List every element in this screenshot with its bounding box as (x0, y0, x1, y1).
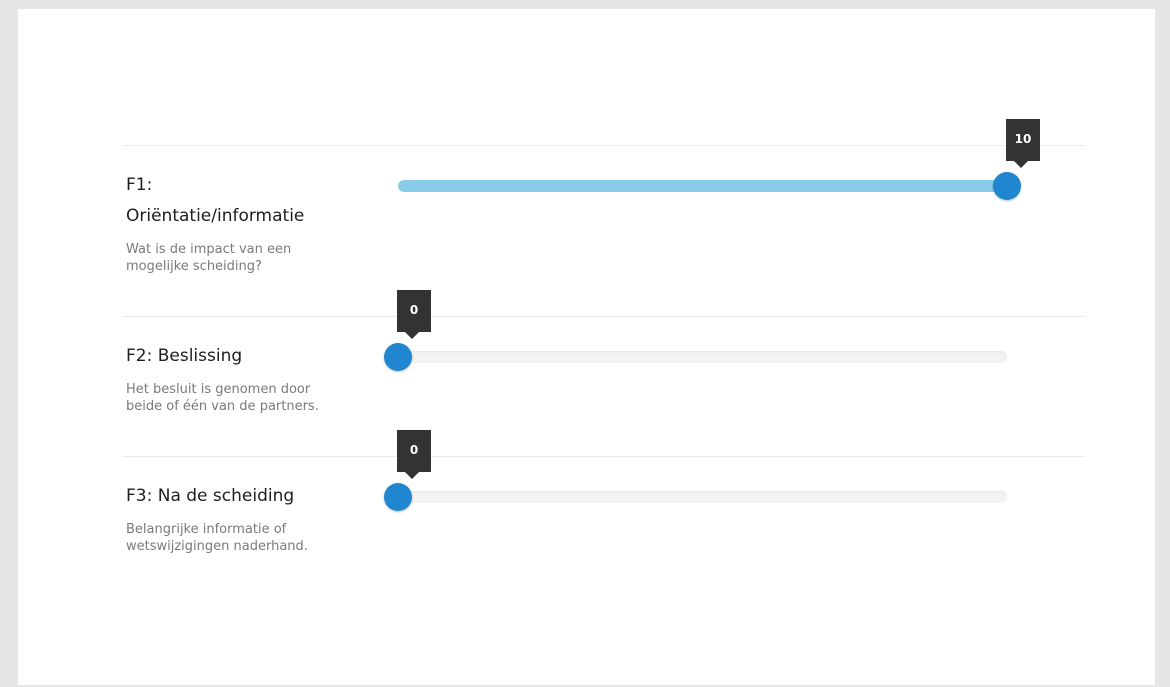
slider-fill (398, 180, 1007, 192)
slider-track[interactable]: 0 (384, 290, 1007, 371)
slider-row-f1: F1: Oriëntatie/informatie Wat is de impa… (122, 119, 1085, 316)
slider-value-tooltip: 0 (397, 430, 431, 479)
slider-row-f3: F3: Na de scheiding Belangrijke informat… (122, 430, 1085, 607)
slider-handle[interactable] (384, 483, 412, 511)
slider-track[interactable]: 10 (398, 119, 1040, 200)
slider-handle[interactable] (993, 172, 1021, 200)
slider-title: F2: Beslissing (126, 346, 243, 366)
slider-value-tooltip: 0 (397, 290, 431, 339)
slider-title: F3: Na de scheiding (126, 486, 295, 506)
slider-handle[interactable] (384, 343, 412, 371)
slider-title: F1: Oriëntatie/informatie (126, 175, 305, 226)
slider-value-tooltip: 10 (1006, 119, 1040, 168)
slider-description: Het besluit is genomen door beide of één… (126, 382, 319, 414)
slider-description: Wat is de impact van een mogelijke schei… (126, 242, 292, 274)
slider-track[interactable]: 0 (384, 430, 1007, 511)
slider-description: Belangrijke informatie of wetswijziginge… (126, 522, 308, 554)
slider-row-f2: F2: Beslissing Het besluit is genomen do… (122, 290, 1085, 456)
content-panel: F1: Oriëntatie/informatie Wat is de impa… (18, 9, 1155, 685)
